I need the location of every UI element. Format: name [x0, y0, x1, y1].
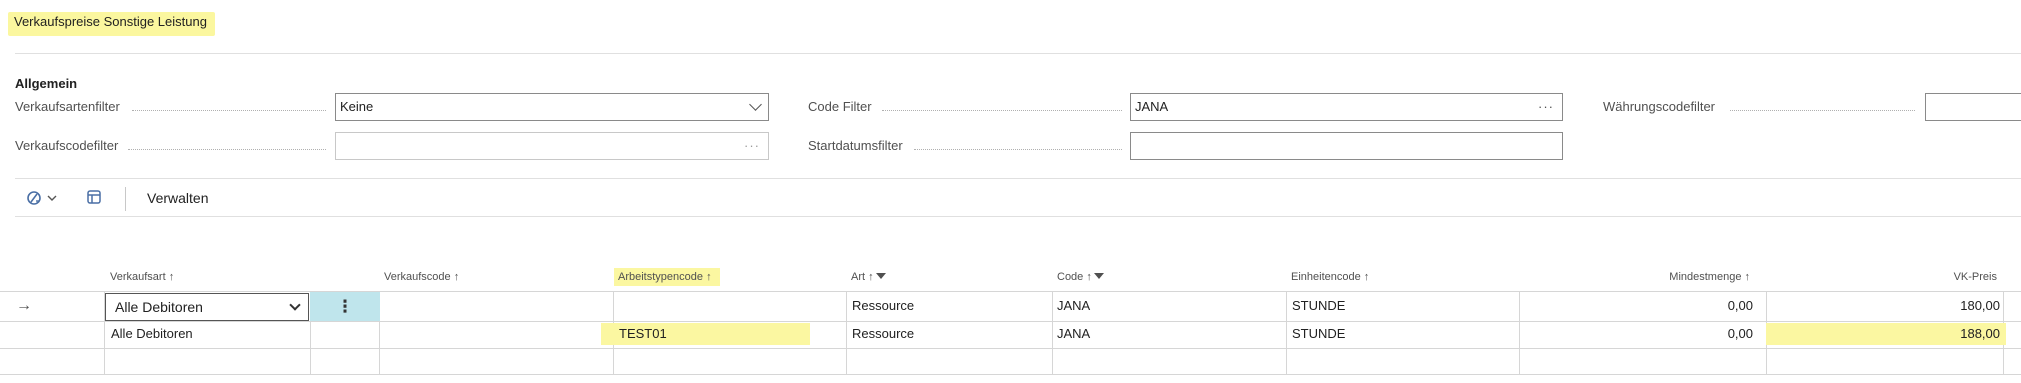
column-header-label: Verkaufsart — [110, 271, 166, 283]
code-filter-input[interactable]: JANA ··· — [1130, 93, 1563, 121]
column-header-work-type[interactable]: Arbeitstypencode ↑ — [614, 268, 720, 286]
grid-col-divider — [846, 291, 847, 374]
column-header-min-qty[interactable]: Mindestmenge ↑ — [1600, 268, 1750, 286]
column-header-type[interactable]: Art ↑ — [851, 268, 886, 286]
grid-col-divider — [1286, 291, 1287, 374]
sort-ascending-icon: ↑ — [706, 271, 712, 283]
field-leader-dots — [132, 110, 326, 111]
sales-type-select-value: Alle Debitoren — [115, 299, 203, 315]
filters-divider — [15, 178, 2021, 179]
grid-cell-price[interactable]: 188,00 — [1850, 320, 2000, 348]
filter-icon — [1093, 273, 1104, 280]
column-header-label: Arbeitstypencode — [618, 271, 703, 283]
personalize-layout-icon[interactable] — [86, 189, 102, 208]
row-actions-menu-button[interactable]: ⋮ — [310, 292, 380, 321]
field-leader-dots — [882, 110, 1122, 111]
column-header-label: Code — [1057, 271, 1084, 283]
grid-col-divider — [1519, 291, 1520, 374]
section-title-general[interactable]: Allgemein — [15, 76, 77, 91]
grid-cell-type[interactable]: Ressource — [852, 320, 914, 348]
grid-cell-work-type[interactable]: TEST01 — [619, 320, 667, 348]
grid-cell-sales-type[interactable]: Alle Debitoren — [111, 320, 193, 348]
column-header-label: VK-Preis — [1953, 271, 1997, 283]
toolbar-separator — [125, 187, 126, 211]
sort-ascending-icon: ↑ — [1086, 271, 1092, 283]
column-header-price[interactable]: VK-Preis — [1850, 268, 1997, 286]
code-filter-value: JANA — [1135, 99, 1169, 114]
lookup-ellipsis-icon[interactable]: ··· — [1538, 94, 1554, 120]
sort-ascending-icon: ↑ — [453, 271, 460, 283]
grid-cell-min-qty[interactable]: 0,00 — [1600, 320, 1753, 348]
chevron-down-icon — [289, 299, 301, 311]
page-title: Verkaufspreise Sonstige Leistung — [8, 12, 215, 36]
grid-cell-unit[interactable]: STUNDE — [1292, 320, 1345, 348]
filter-icon — [875, 273, 886, 280]
title-divider — [15, 53, 2021, 54]
grid-row-divider — [0, 348, 2021, 349]
grid-cell-price[interactable]: 180,00 — [1850, 292, 2000, 320]
grid-cell-code[interactable]: JANA — [1057, 292, 1090, 320]
manage-button[interactable]: Verwalten — [147, 190, 208, 206]
currency-filter-input[interactable] — [1925, 93, 2021, 121]
action-toolbar: Verwalten — [0, 183, 2021, 215]
column-header-code[interactable]: Code ↑ — [1057, 268, 1104, 286]
field-leader-dots — [914, 149, 1122, 150]
column-header-label: Mindestmenge — [1669, 271, 1742, 283]
sales-code-filter-input[interactable]: ··· — [335, 132, 769, 160]
column-header-label: Art — [851, 271, 866, 283]
sales-type-select[interactable]: Alle Debitoren — [105, 293, 309, 321]
sort-ascending-icon: ↑ — [1363, 271, 1370, 283]
grid-col-divider — [1052, 291, 1053, 374]
lookup-ellipsis-icon[interactable]: ··· — [744, 133, 760, 159]
chevron-down-icon — [749, 98, 762, 111]
sort-ascending-icon: ↑ — [868, 271, 874, 283]
currency-filter-label: Währungscodefilter — [1603, 99, 1715, 114]
sales-type-filter-value: Keine — [340, 99, 374, 114]
start-date-filter-label: Startdatumsfilter — [808, 138, 903, 153]
column-header-sales-code[interactable]: Verkaufscode ↑ — [384, 268, 459, 286]
sales-code-filter-label: Verkaufscodefilter — [15, 138, 119, 153]
grid-cell-min-qty[interactable]: 0,00 — [1600, 292, 1753, 320]
column-header-label: Verkaufscode — [384, 271, 451, 283]
toolbar-divider — [15, 216, 2021, 217]
field-leader-dots — [1730, 110, 1915, 111]
start-date-filter-input[interactable] — [1130, 132, 1563, 160]
column-header-unit[interactable]: Einheitencode ↑ — [1291, 268, 1369, 286]
sales-type-filter-label: Verkaufsartenfilter — [15, 99, 120, 114]
grid-cell-code[interactable]: JANA — [1057, 320, 1090, 348]
column-header-label: Einheitencode — [1291, 271, 1361, 283]
grid-cell-unit[interactable]: STUNDE — [1292, 292, 1345, 320]
sort-ascending-icon: ↑ — [168, 271, 175, 283]
analysis-mode-icon[interactable] — [26, 188, 62, 211]
current-row-arrow-icon: → — [16, 297, 32, 314]
grid-cell-type[interactable]: Ressource — [852, 292, 914, 320]
grid-row-divider — [0, 374, 2021, 375]
column-header-sales-type[interactable]: Verkaufsart ↑ — [110, 268, 174, 286]
sales-type-filter-select[interactable]: Keine — [335, 93, 769, 121]
sort-ascending-icon: ↑ — [1744, 271, 1751, 283]
field-leader-dots — [128, 149, 326, 150]
code-filter-label: Code Filter — [808, 99, 872, 114]
